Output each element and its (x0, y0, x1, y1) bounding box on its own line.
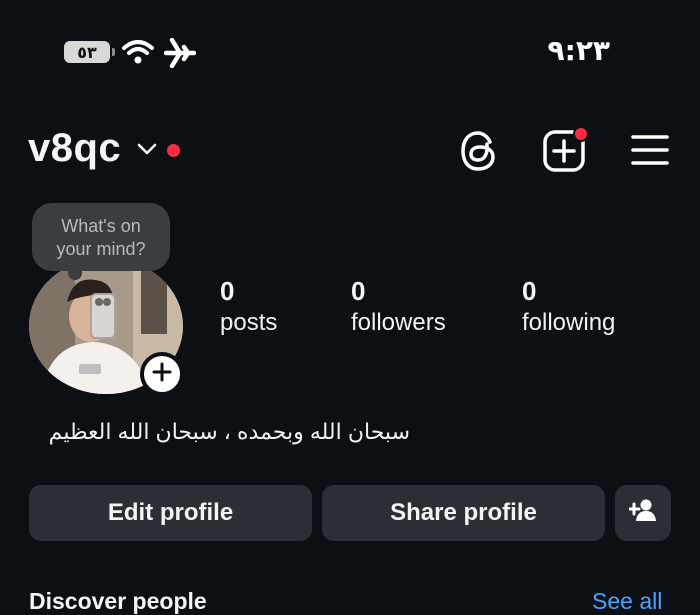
stat-following[interactable]: 0 following (522, 276, 615, 340)
note-line-1: What's on (61, 216, 141, 236)
posts-count: 0 (220, 276, 235, 306)
airplane-mode-icon (163, 37, 197, 73)
battery-level: ٥٣ (77, 42, 97, 62)
followers-count: 0 (351, 276, 366, 306)
battery-indicator: ٥٣ (64, 41, 115, 63)
discover-people-button[interactable] (615, 485, 671, 541)
stat-followers[interactable]: 0 followers (351, 276, 446, 340)
chevron-down-icon[interactable] (137, 142, 157, 161)
status-time: ٩:٢٣ (547, 34, 610, 67)
note-line-2: your mind? (56, 239, 146, 259)
add-story-button[interactable] (140, 352, 184, 396)
add-person-icon (627, 498, 657, 529)
profile-bio: سبحان الله وبحمده ، سبحان الله العظيم (48, 419, 410, 444)
stat-posts[interactable]: 0 posts (220, 276, 277, 340)
following-count: 0 (522, 276, 537, 306)
followers-label: followers (351, 309, 446, 336)
note-bubble[interactable]: What's on your mind? (32, 203, 170, 280)
threads-icon[interactable] (459, 130, 499, 177)
menu-icon[interactable] (630, 133, 670, 172)
notification-dot (167, 144, 180, 157)
plus-icon (151, 361, 173, 388)
username[interactable]: v8qc (28, 126, 121, 171)
wifi-icon (122, 39, 154, 70)
share-profile-button[interactable]: Share profile (322, 485, 605, 541)
edit-profile-button[interactable]: Edit profile (29, 485, 312, 541)
create-notification-dot (573, 126, 589, 142)
discover-people-title: Discover people (29, 588, 207, 614)
posts-label: posts (220, 309, 278, 336)
see-all-link[interactable]: See all (592, 588, 662, 615)
following-label: following (522, 309, 616, 336)
